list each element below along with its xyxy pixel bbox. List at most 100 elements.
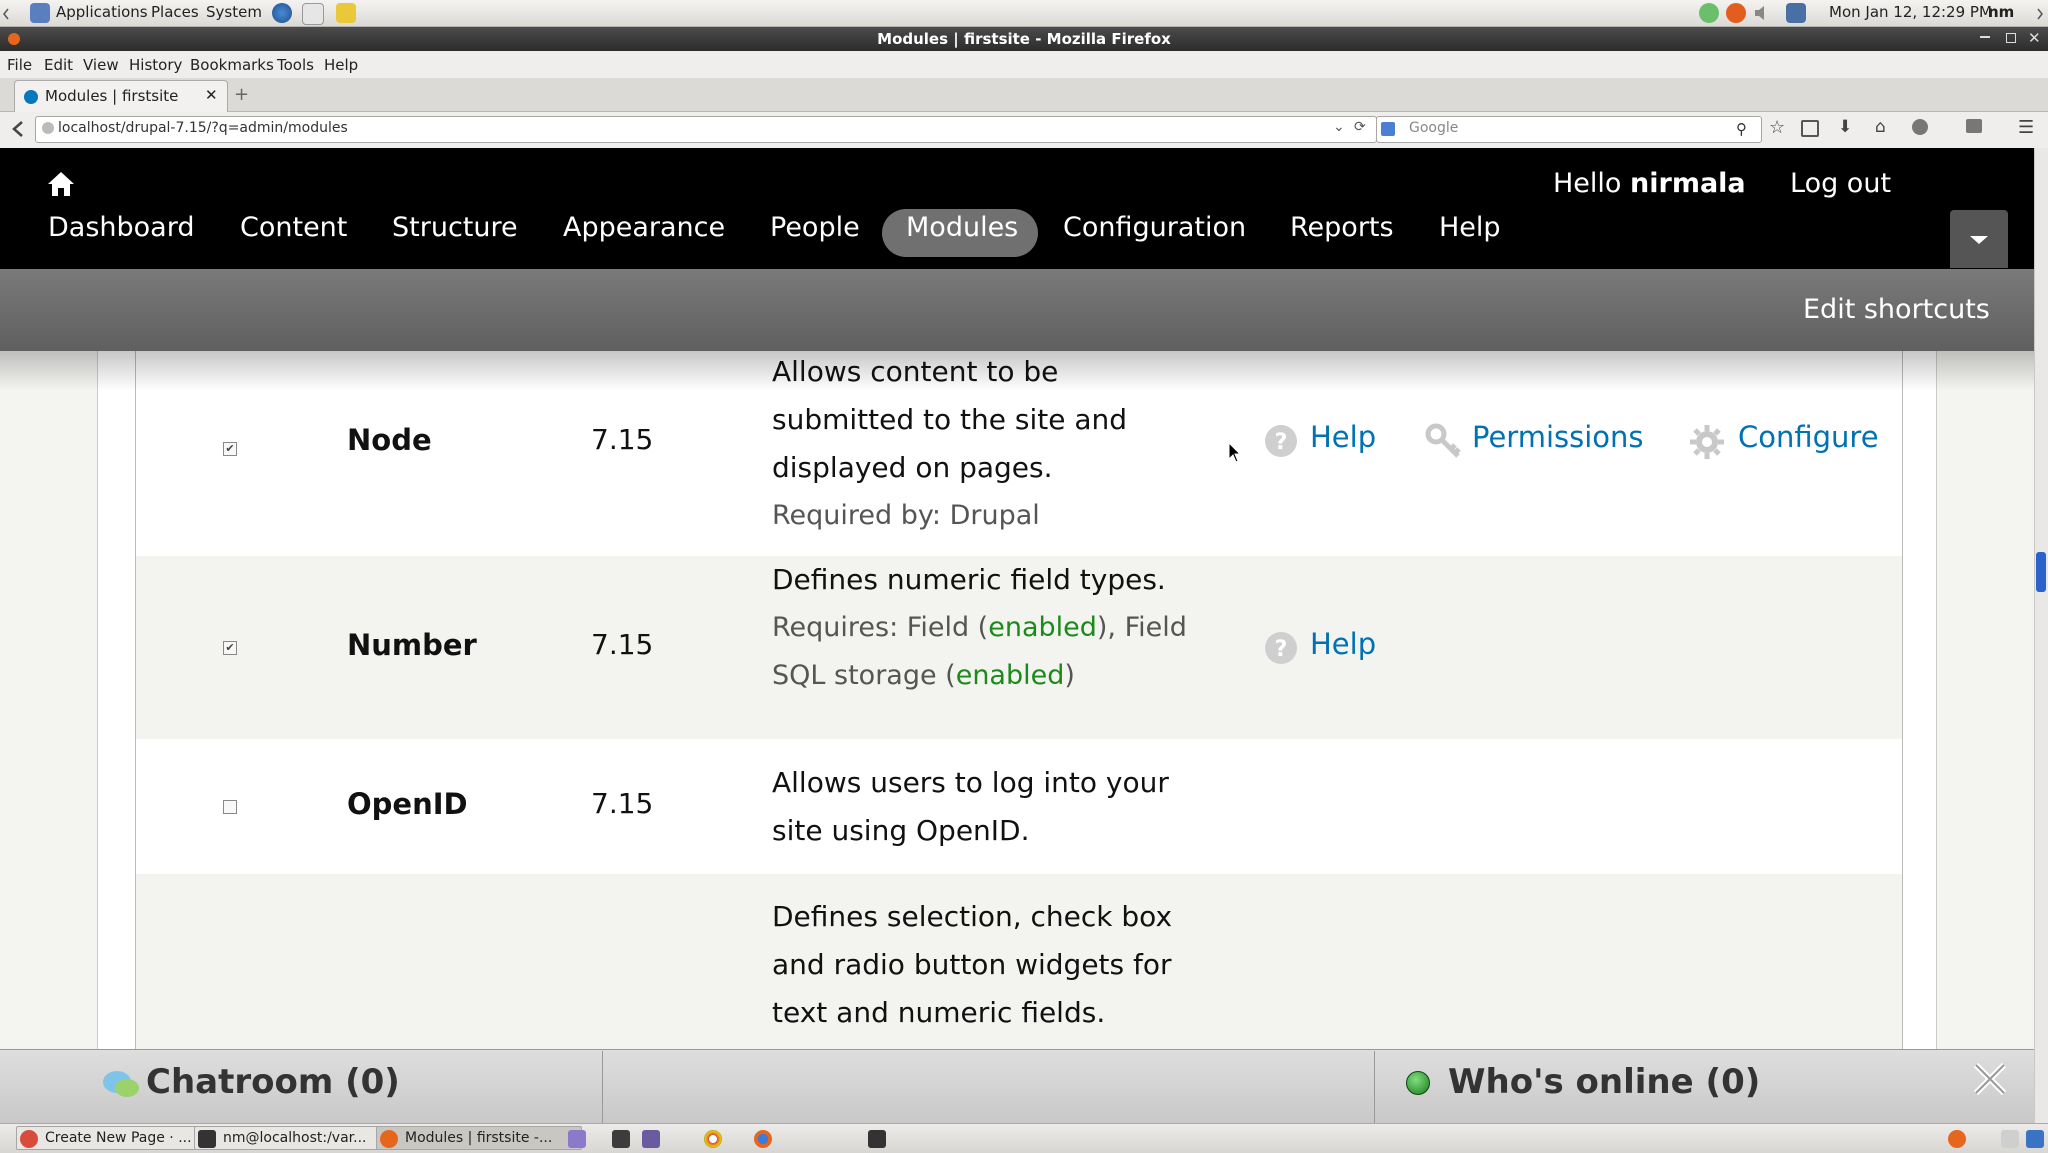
- network-tray-icon[interactable]: [1699, 3, 1719, 23]
- minimize-icon[interactable]: [1980, 36, 1990, 38]
- calculator-launcher-icon[interactable]: [612, 1130, 630, 1148]
- volume-icon[interactable]: [1753, 5, 1771, 25]
- back-icon[interactable]: [8, 118, 30, 144]
- node-help-link[interactable]: Help: [1310, 420, 1376, 454]
- help-icon[interactable]: ?: [1264, 424, 1298, 462]
- nav-content[interactable]: Content: [240, 212, 347, 243]
- web-browser-launcher-icon[interactable]: [272, 3, 292, 23]
- help-icon[interactable]: ?: [1264, 631, 1298, 669]
- hamburger-menu-icon[interactable]: ☰: [2018, 117, 2034, 138]
- shortcut-bar: [0, 269, 2034, 351]
- search-engine-icon[interactable]: [1381, 122, 1395, 136]
- configure-gear-icon[interactable]: [1689, 424, 1725, 464]
- nav-people[interactable]: People: [770, 212, 860, 243]
- chrome-task-icon: [20, 1130, 38, 1148]
- nav-appearance[interactable]: Appearance: [563, 212, 725, 243]
- taskbar-item-label: Modules | firstsite -...: [405, 1130, 553, 1146]
- menu-file[interactable]: File: [7, 56, 32, 74]
- module-enable-checkbox[interactable]: [223, 800, 237, 814]
- firefox-launcher-icon[interactable]: [754, 1130, 772, 1148]
- bookmark-star-icon[interactable]: ☆: [1769, 117, 1785, 138]
- module-version: 7.15: [591, 423, 654, 456]
- nav-reports[interactable]: Reports: [1290, 212, 1394, 243]
- module-version: 7.15: [591, 628, 654, 661]
- home-icon[interactable]: [46, 170, 76, 202]
- user-menu[interactable]: nm: [1988, 3, 2014, 21]
- module-description-text: Allows content to be submitted to the si…: [772, 355, 1128, 484]
- panel-left-arrow-icon[interactable]: [2, 6, 10, 20]
- tab-modules[interactable]: Modules | firstsite ✕: [14, 80, 228, 112]
- nav-structure[interactable]: Structure: [392, 212, 518, 243]
- bookmarks-list-icon[interactable]: [1801, 120, 1819, 137]
- edit-shortcuts-link[interactable]: Edit shortcuts: [1803, 294, 1990, 325]
- menu-help[interactable]: Help: [324, 56, 358, 74]
- system-menu[interactable]: System: [206, 3, 262, 21]
- chevron-down-icon: [1970, 236, 1988, 244]
- enabled-status: enabled: [955, 660, 1065, 691]
- module-enable-checkbox[interactable]: ✔: [223, 641, 237, 655]
- tray-firefox-icon[interactable]: [1948, 1130, 1966, 1148]
- workspace-active-icon[interactable]: [2026, 1130, 2044, 1148]
- site-identity-icon[interactable]: [42, 122, 54, 134]
- downloads-icon[interactable]: ⬇: [1838, 117, 1852, 137]
- home-button-icon[interactable]: ⌂: [1875, 117, 1886, 137]
- module-description: Defines numeric field types. Requires: F…: [772, 556, 1192, 700]
- username[interactable]: nirmala: [1630, 168, 1746, 199]
- menu-history[interactable]: History: [129, 56, 182, 74]
- clock[interactable]: Mon Jan 12, 12:29 PM: [1829, 3, 1992, 21]
- chatroom-toggle[interactable]: Chatroom (0): [146, 1062, 400, 1102]
- panel-right-arrow-icon[interactable]: [2036, 6, 2044, 25]
- close-window-icon[interactable]: ✕: [2028, 29, 2041, 47]
- page-scrollbar[interactable]: [2034, 148, 2048, 1123]
- app-launcher-icon[interactable]: [568, 1130, 586, 1148]
- node-permissions-link[interactable]: Permissions: [1472, 420, 1644, 454]
- reload-icon[interactable]: ⟳: [1354, 119, 1366, 135]
- number-help-link[interactable]: Help: [1310, 627, 1376, 661]
- new-tab-icon[interactable]: +: [234, 84, 249, 105]
- addon-icon[interactable]: [1912, 119, 1928, 135]
- node-configure-link[interactable]: Configure: [1738, 420, 1879, 454]
- permissions-key-icon[interactable]: [1424, 422, 1462, 464]
- requires-prefix: Requires: Field (: [772, 612, 989, 643]
- nav-modules[interactable]: Modules: [906, 212, 1018, 243]
- module-description-text: Defines numeric field types.: [772, 563, 1166, 596]
- module-description-text: Defines selection, check box and radio b…: [772, 900, 1173, 1029]
- update-tray-icon[interactable]: [1726, 3, 1746, 23]
- nav-configuration[interactable]: Configuration: [1063, 212, 1246, 243]
- search-bar[interactable]: Google: [1376, 116, 1762, 143]
- places-menu[interactable]: Places: [151, 3, 199, 21]
- url-bar[interactable]: localhost/drupal-7.15/?q=admin/modules ⌄…: [35, 116, 1377, 143]
- mail-launcher-icon[interactable]: [302, 3, 324, 25]
- app-launcher2-icon[interactable]: [642, 1130, 660, 1148]
- terminal-launcher-icon[interactable]: [868, 1130, 886, 1148]
- close-chat-icon[interactable]: [1972, 1061, 2008, 1101]
- addon2-icon[interactable]: [1966, 119, 1982, 133]
- applications-menu[interactable]: Applications: [56, 3, 148, 21]
- menu-bookmarks[interactable]: Bookmarks: [190, 56, 274, 74]
- menu-edit[interactable]: Edit: [44, 56, 73, 74]
- taskbar-item[interactable]: Create New Page · ...: [16, 1126, 210, 1150]
- whos-online-toggle[interactable]: Who's online (0): [1448, 1062, 1760, 1102]
- scrollbar-thumb[interactable]: [2036, 552, 2046, 592]
- module-enable-checkbox[interactable]: ✔: [223, 442, 237, 456]
- nav-dashboard[interactable]: Dashboard: [48, 212, 194, 243]
- workspace-switcher-icon[interactable]: [2001, 1130, 2019, 1148]
- firefox-window-icon[interactable]: [8, 33, 20, 45]
- search-input[interactable]: Google: [1409, 120, 1458, 136]
- nav-help[interactable]: Help: [1439, 212, 1501, 243]
- url-text[interactable]: localhost/drupal-7.15/?q=admin/modules: [58, 120, 348, 136]
- binoculars-icon[interactable]: ⚲: [1736, 120, 1747, 138]
- logout-link[interactable]: Log out: [1790, 168, 1891, 199]
- maximize-icon[interactable]: [2006, 33, 2016, 43]
- menu-view[interactable]: View: [83, 56, 119, 74]
- chrome-launcher-icon[interactable]: [704, 1130, 722, 1148]
- taskbar-item[interactable]: Modules | firstsite -...: [376, 1126, 582, 1150]
- menu-tools[interactable]: Tools: [277, 56, 314, 74]
- taskbar-item[interactable]: nm@localhost:/var...: [194, 1126, 382, 1150]
- drupal-favicon-icon: [24, 90, 38, 104]
- display-tray-icon[interactable]: [1786, 3, 1806, 23]
- tab-close-icon[interactable]: ✕: [205, 86, 218, 104]
- url-dropdown-icon[interactable]: ⌄: [1333, 119, 1345, 135]
- toolbar-drawer-toggle[interactable]: [1950, 210, 2008, 268]
- notes-launcher-icon[interactable]: [336, 3, 356, 23]
